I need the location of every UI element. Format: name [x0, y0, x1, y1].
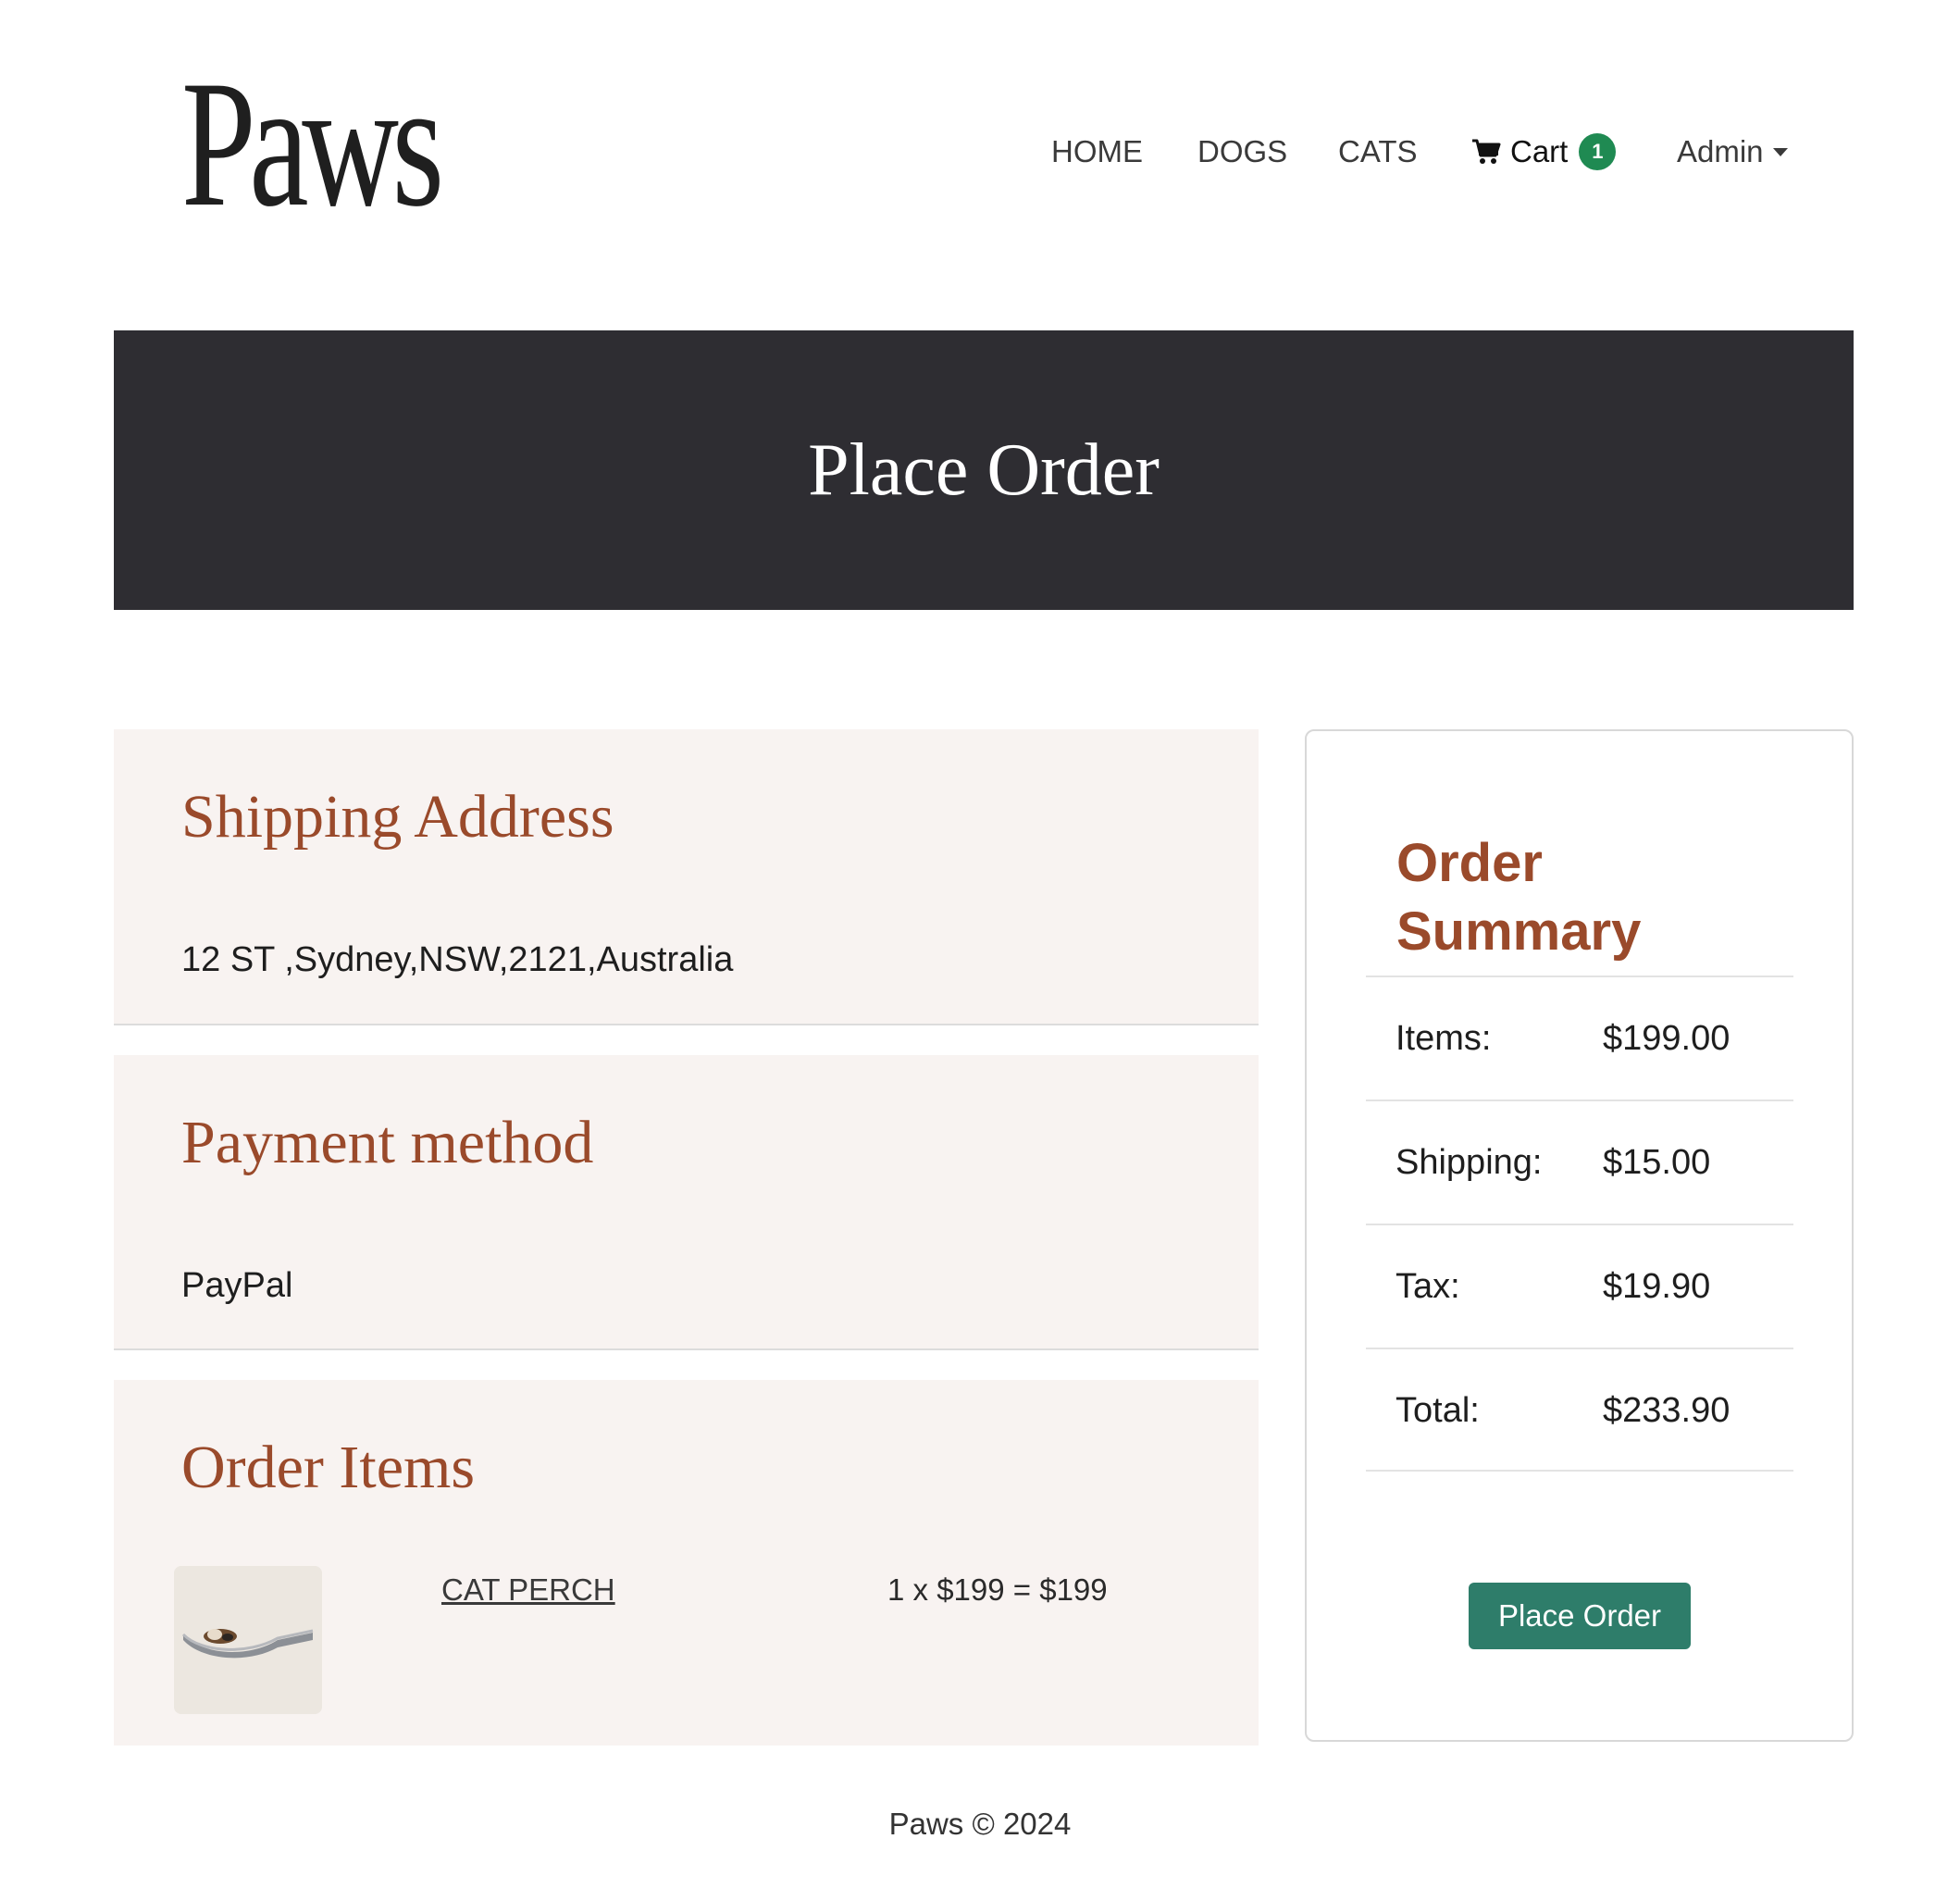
summary-row-tax: Tax: $19.90 [1366, 1224, 1793, 1348]
summary-label: Items: [1396, 1019, 1492, 1058]
summary-row-items: Items: $199.00 [1366, 975, 1793, 1100]
place-order-button[interactable]: Place Order [1469, 1583, 1691, 1649]
nav-cart-link[interactable]: Cart 1 [1471, 128, 1617, 176]
admin-dropdown[interactable]: Admin [1677, 128, 1788, 176]
cat-perch-image [174, 1566, 322, 1714]
chevron-down-icon [1772, 147, 1788, 156]
main-nav: HOME DOGS CATS Cart 1 Admin [0, 128, 1960, 176]
payment-title: Payment method [181, 1109, 594, 1176]
footer-copyright: Paws © 2024 [888, 1807, 1072, 1841]
nav-cats-link[interactable]: CATS [1338, 128, 1418, 176]
summary-label: Tax: [1396, 1267, 1460, 1306]
shipping-title: Shipping Address [181, 783, 614, 851]
summary-label: Total: [1396, 1391, 1480, 1430]
cart-count-badge: 1 [1579, 133, 1617, 170]
shipping-card: Shipping Address 12 ST ,Sydney,NSW,2121,… [114, 729, 1259, 1025]
summary-label: Shipping: [1396, 1143, 1543, 1182]
payment-method: PayPal [181, 1266, 293, 1305]
product-link[interactable]: CAT PERCH [441, 1574, 615, 1605]
order-summary-card: Order Summary Items: $199.00 Shipping: $… [1305, 729, 1854, 1742]
shipping-address: 12 ST ,Sydney,NSW,2121,Australia [181, 940, 734, 979]
summary-value: $199.00 [1603, 1019, 1731, 1058]
nav-home-link[interactable]: HOME [1051, 128, 1143, 176]
page-title: Place Order [808, 429, 1160, 511]
hero-banner: Place Order [114, 330, 1854, 610]
summary-value: $233.90 [1603, 1391, 1731, 1430]
summary-row-total: Total: $233.90 [1366, 1348, 1793, 1472]
summary-row-shipping: Shipping: $15.00 [1366, 1100, 1793, 1224]
nav-dogs-link[interactable]: DOGS [1197, 128, 1287, 176]
cart-icon [1472, 139, 1501, 164]
order-items-card: Order Items CAT PERCH 1 x $199 = $199 [114, 1380, 1259, 1746]
product-thumbnail [174, 1566, 322, 1714]
payment-card: Payment method PayPal [114, 1055, 1259, 1350]
admin-label: Admin [1677, 134, 1764, 168]
order-items-title: Order Items [181, 1434, 476, 1501]
summary-value: $19.90 [1603, 1267, 1711, 1306]
cart-label: Cart [1510, 134, 1569, 168]
product-price-line: 1 x $199 = $199 [887, 1572, 1108, 1607]
order-summary-title: Order Summary [1396, 833, 1642, 962]
summary-value: $15.00 [1603, 1143, 1711, 1182]
